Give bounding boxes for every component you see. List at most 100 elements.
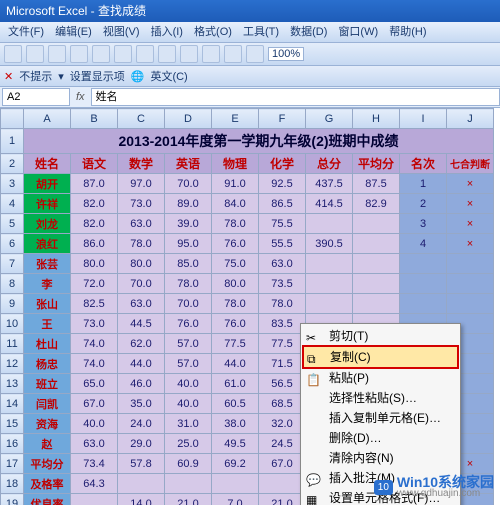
zoom-select[interactable]: 100%: [268, 47, 304, 61]
menu-format[interactable]: 格式(O): [194, 26, 232, 38]
summary-label[interactable]: 平均分: [24, 454, 71, 474]
hdr-name[interactable]: 姓名: [24, 154, 71, 174]
cell[interactable]: [353, 254, 400, 274]
hdr-judge[interactable]: 七合判断: [447, 154, 494, 174]
cell[interactable]: 46.0: [118, 374, 165, 394]
cell[interactable]: 78.0: [259, 294, 306, 314]
cell-judge[interactable]: ×: [447, 194, 494, 214]
cell-rank[interactable]: 2: [400, 194, 447, 214]
cell[interactable]: 67.0: [71, 394, 118, 414]
cell[interactable]: 83.5: [259, 314, 306, 334]
cell[interactable]: 85.0: [165, 254, 212, 274]
cell[interactable]: 76.0: [165, 314, 212, 334]
cell-rank[interactable]: [400, 294, 447, 314]
cell[interactable]: 64.3: [71, 474, 118, 494]
col-E[interactable]: E: [212, 109, 259, 129]
name-box[interactable]: A2: [2, 88, 70, 106]
cell-name[interactable]: 资海: [24, 414, 71, 434]
ctx-insertcopied[interactable]: 插入复制单元格(E)…: [303, 408, 458, 428]
x-icon[interactable]: ✕: [4, 70, 13, 83]
cell[interactable]: [306, 214, 353, 234]
cell-name[interactable]: 张山: [24, 294, 71, 314]
ctx-clear[interactable]: 清除内容(N): [303, 448, 458, 468]
cell[interactable]: 68.5: [259, 394, 306, 414]
menu-insert[interactable]: 插入(I): [151, 26, 183, 38]
open-icon[interactable]: [26, 45, 44, 63]
cell[interactable]: 67.0: [259, 454, 306, 474]
cell[interactable]: [259, 474, 306, 494]
sort-asc-icon[interactable]: [202, 45, 220, 63]
cell[interactable]: 91.0: [212, 174, 259, 194]
cell-rank[interactable]: [400, 274, 447, 294]
cell[interactable]: 60.5: [212, 394, 259, 414]
cell[interactable]: [353, 214, 400, 234]
cell[interactable]: 63.0: [118, 214, 165, 234]
cell[interactable]: [306, 254, 353, 274]
cell[interactable]: 87.5: [353, 174, 400, 194]
print-icon[interactable]: [70, 45, 88, 63]
row-6[interactable]: 6: [1, 234, 24, 254]
cell-name[interactable]: 浪红: [24, 234, 71, 254]
cell[interactable]: 29.0: [118, 434, 165, 454]
cell-judge[interactable]: ×: [447, 214, 494, 234]
ctx-paste[interactable]: 📋粘贴(P): [303, 368, 458, 388]
cell[interactable]: 76.0: [212, 314, 259, 334]
row-15[interactable]: 15: [1, 414, 24, 434]
cell-name[interactable]: 杨忠: [24, 354, 71, 374]
cell[interactable]: 82.5: [71, 294, 118, 314]
cell[interactable]: 80.0: [71, 254, 118, 274]
redo-icon[interactable]: [180, 45, 198, 63]
row-7[interactable]: 7: [1, 254, 24, 274]
cell[interactable]: 35.0: [118, 394, 165, 414]
hdr-physics[interactable]: 物理: [212, 154, 259, 174]
cell[interactable]: 69.2: [212, 454, 259, 474]
cell[interactable]: 75.5: [259, 214, 306, 234]
menu-edit[interactable]: 编辑(E): [55, 26, 92, 38]
row-9[interactable]: 9: [1, 294, 24, 314]
cell[interactable]: 57.0: [165, 334, 212, 354]
formula-input[interactable]: 姓名: [91, 88, 500, 106]
cell[interactable]: 72.0: [71, 274, 118, 294]
cell[interactable]: 44.5: [118, 314, 165, 334]
cell[interactable]: 49.5: [212, 434, 259, 454]
cell[interactable]: 82.0: [71, 214, 118, 234]
cell[interactable]: 78.0: [212, 214, 259, 234]
menu-view[interactable]: 视图(V): [103, 26, 140, 38]
cell[interactable]: 61.0: [212, 374, 259, 394]
row-17[interactable]: 17: [1, 454, 24, 474]
cell[interactable]: 55.5: [259, 234, 306, 254]
menu-help[interactable]: 帮助(H): [389, 26, 426, 38]
menu-window[interactable]: 窗口(W): [338, 26, 378, 38]
copy-icon[interactable]: [114, 45, 132, 63]
cell[interactable]: 57.8: [118, 454, 165, 474]
ctx-copy[interactable]: ⧉复制(C): [302, 345, 459, 369]
cell[interactable]: 21.0: [165, 494, 212, 505]
col-H[interactable]: H: [353, 109, 400, 129]
cell[interactable]: 77.5: [259, 334, 306, 354]
cell[interactable]: [306, 294, 353, 314]
chevron-down-icon[interactable]: ▾: [58, 70, 64, 83]
col-F[interactable]: F: [259, 109, 306, 129]
cell-rank[interactable]: 3: [400, 214, 447, 234]
cell[interactable]: 95.0: [165, 234, 212, 254]
sheet-title[interactable]: 2013-2014年度第一学期九年级(2)班期中成绩: [24, 129, 494, 154]
cell[interactable]: 40.0: [165, 394, 212, 414]
sort-desc-icon[interactable]: [224, 45, 242, 63]
cell[interactable]: [353, 234, 400, 254]
cell[interactable]: 86.5: [259, 194, 306, 214]
new-icon[interactable]: [4, 45, 22, 63]
cell[interactable]: 73.0: [118, 194, 165, 214]
cell[interactable]: 390.5: [306, 234, 353, 254]
row-4[interactable]: 4: [1, 194, 24, 214]
cell-name[interactable]: 张芸: [24, 254, 71, 274]
cell[interactable]: 71.5: [259, 354, 306, 374]
select-all[interactable]: [1, 109, 24, 129]
fx-icon[interactable]: fx: [76, 91, 85, 103]
cell-name[interactable]: 许祥: [24, 194, 71, 214]
cell[interactable]: [165, 474, 212, 494]
col-J[interactable]: J: [447, 109, 494, 129]
cell[interactable]: 38.0: [212, 414, 259, 434]
hdr-chinese[interactable]: 语文: [71, 154, 118, 174]
cell[interactable]: 70.0: [165, 294, 212, 314]
chart-icon[interactable]: [246, 45, 264, 63]
